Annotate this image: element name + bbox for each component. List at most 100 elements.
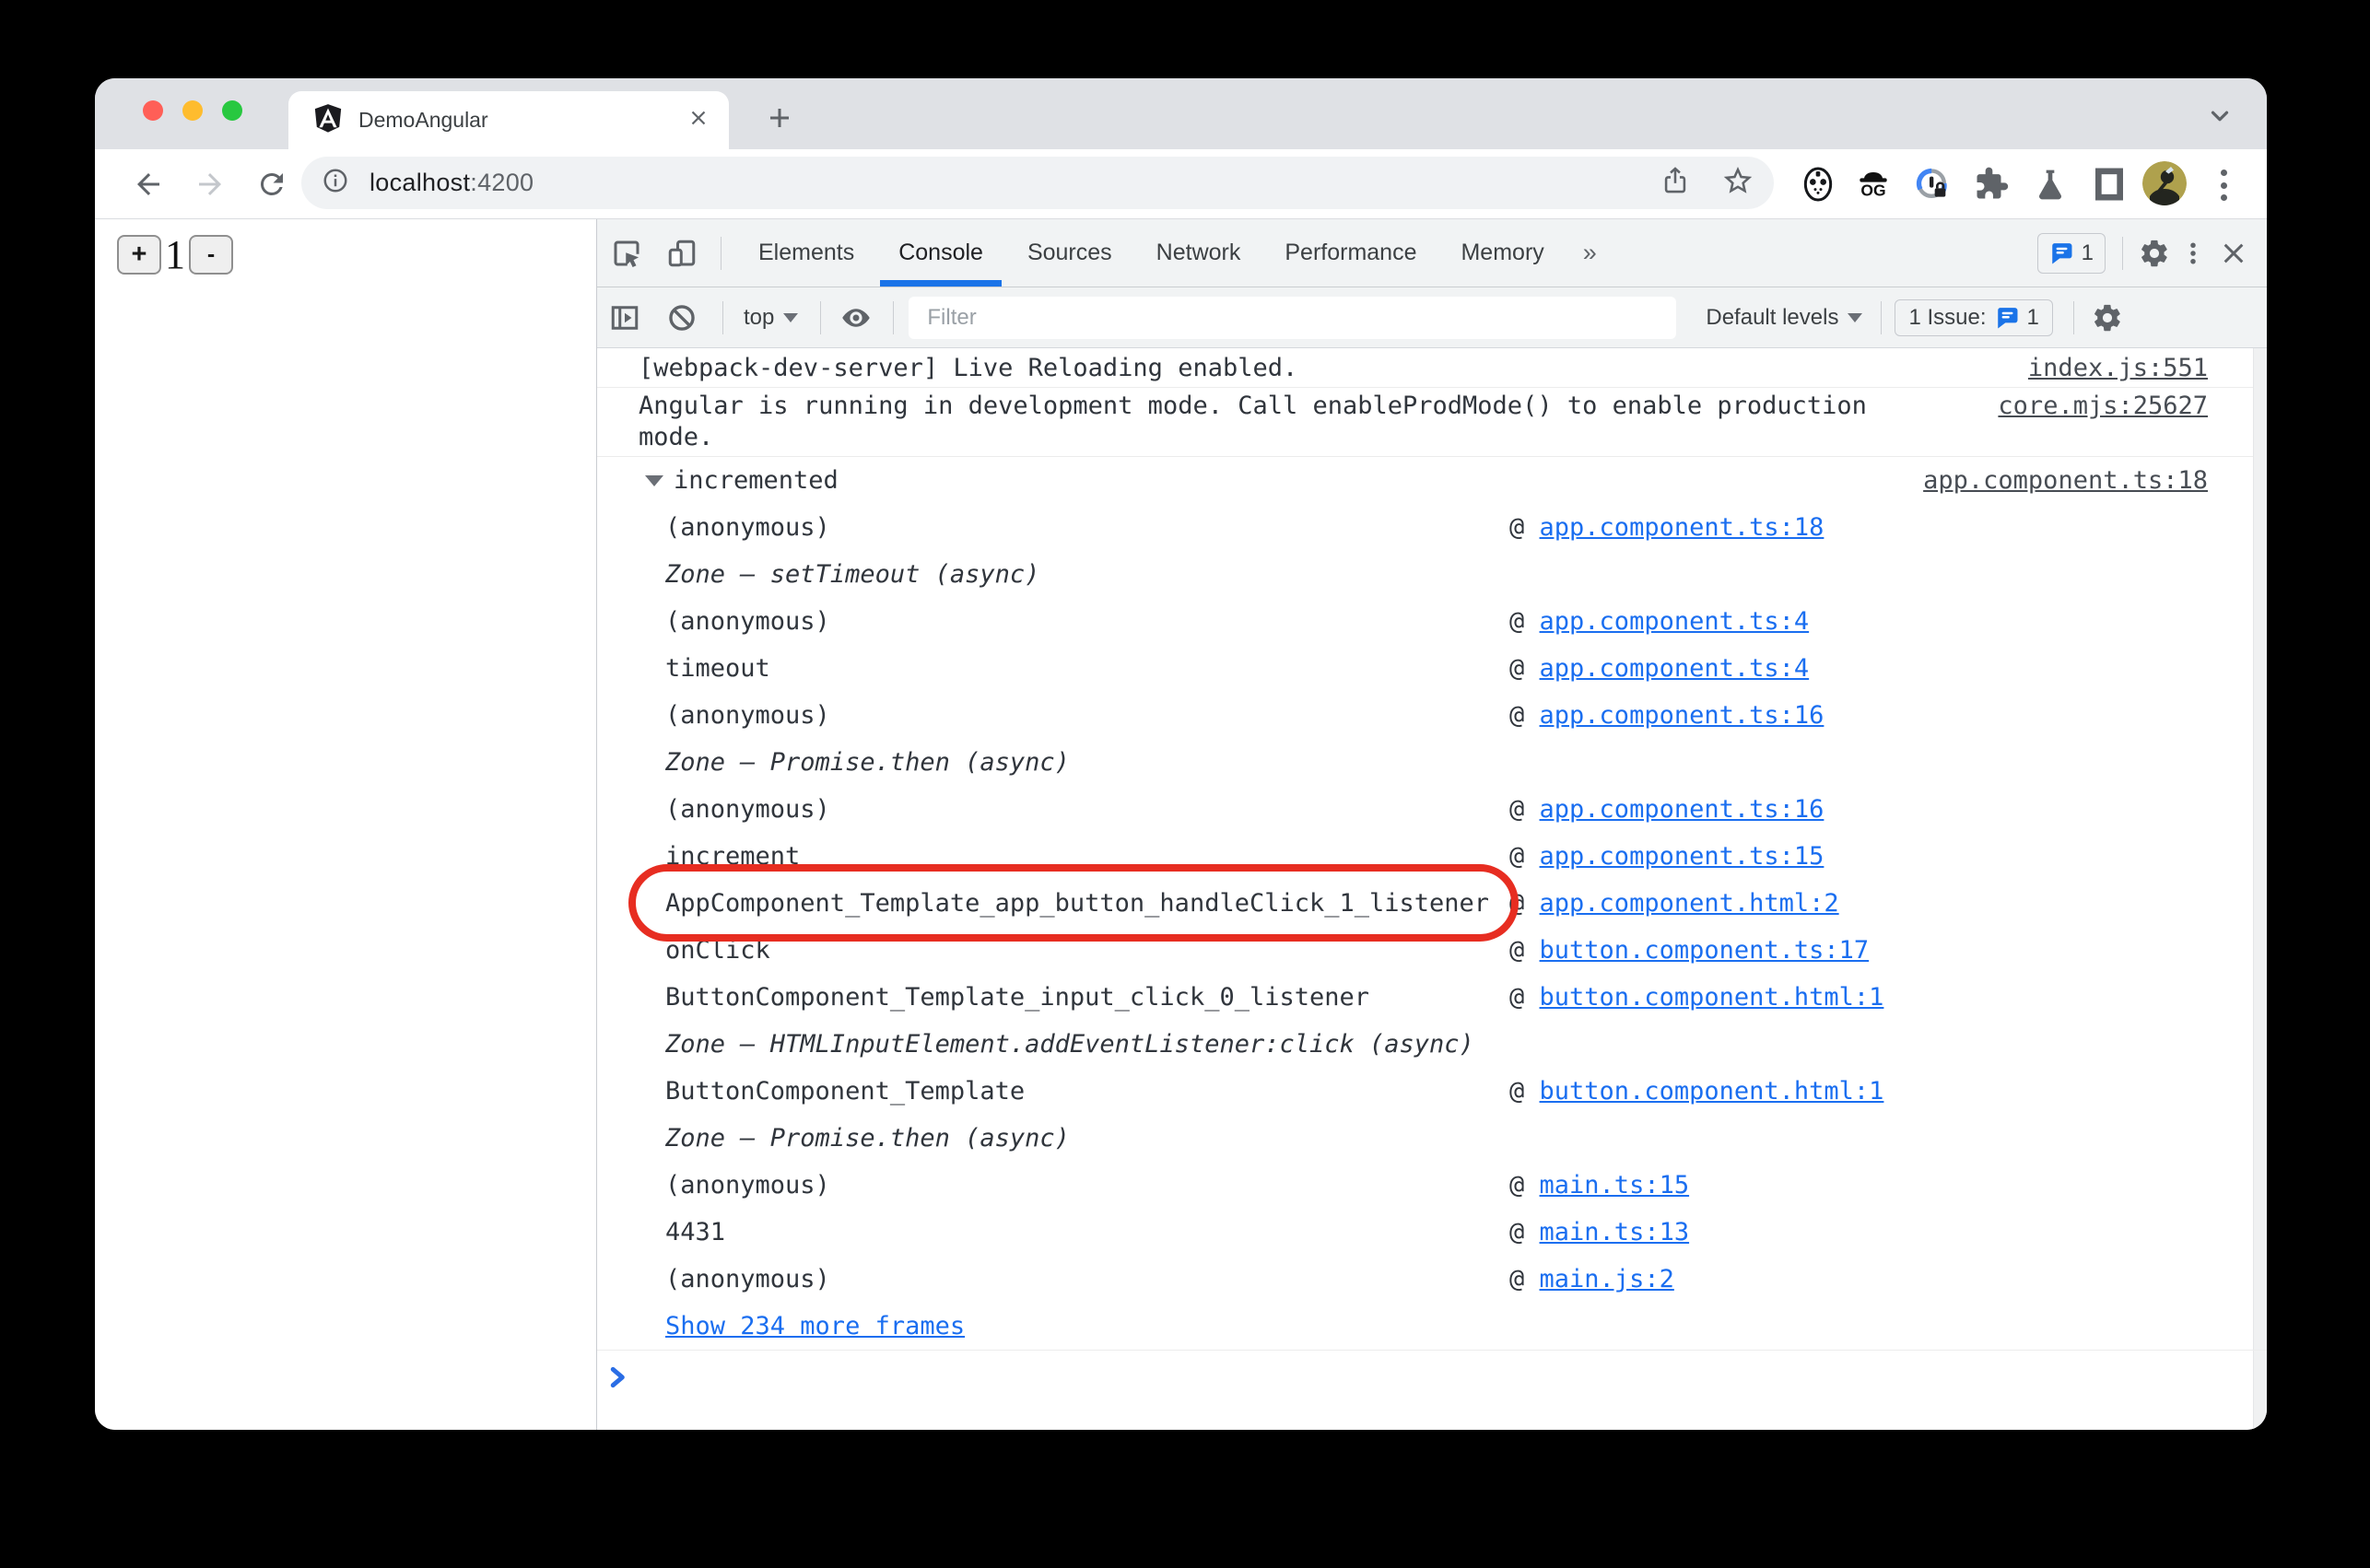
stack-frame-highlighted: AppComponent_Template_app_button_handleC…	[597, 864, 2208, 942]
tab-search-chevron-icon[interactable]	[2206, 102, 2234, 135]
frame-source-link[interactable]: app.component.ts:4	[1540, 654, 1810, 683]
devtools-tab-performance[interactable]: Performance	[1262, 219, 1438, 287]
context-caret-icon	[783, 312, 799, 322]
decrement-button[interactable]: -	[189, 235, 233, 275]
svg-text:OG: OG	[1860, 181, 1885, 200]
url-bar[interactable]: localhost:4200	[301, 157, 1774, 209]
window-controls	[143, 100, 242, 121]
stack-trace: incremented app.component.ts:18 (anonymo…	[597, 457, 2267, 1350]
stack-frame: onClick @ button.component.ts:17	[665, 936, 1870, 965]
log-levels-selector[interactable]: Default levels	[1706, 305, 1838, 331]
page-content: + 1 -	[95, 219, 597, 1430]
clear-console-icon[interactable]	[665, 301, 698, 334]
new-tab-button[interactable]	[753, 91, 806, 145]
prompt-chevron-icon	[610, 1366, 625, 1388]
source-link[interactable]: core.mjs:25627	[1998, 388, 2208, 422]
frame-source-link[interactable]: main.ts:13	[1540, 1218, 1690, 1246]
extension-password-lock-icon[interactable]	[1914, 166, 1951, 203]
devtools-menu-icon[interactable]	[2176, 237, 2210, 270]
window-content: + 1 - Elements Console Sources Network P…	[95, 219, 2267, 1430]
console-prompt[interactable]	[597, 1350, 2267, 1404]
source-link[interactable]: index.js:551	[2028, 350, 2208, 384]
console-log: [webpack-dev-server] Live Reloading enab…	[597, 348, 2267, 1430]
reload-icon[interactable]	[255, 168, 288, 201]
issue-bubble-icon	[2051, 242, 2072, 263]
frame-source-link[interactable]: main.js:2	[1540, 1265, 1674, 1293]
browser-window: DemoAngular localhost:4200 OG + 1 - Elem…	[95, 78, 2267, 1430]
frame-source-link[interactable]: app.component.ts:18	[1540, 513, 1824, 542]
zoom-window-button[interactable]	[222, 100, 242, 121]
stack-frame: increment @ app.component.ts:15	[665, 842, 1824, 871]
more-tabs-icon[interactable]: »	[1566, 239, 1613, 267]
close-window-button[interactable]	[143, 100, 163, 121]
console-scrollbar[interactable]	[2253, 348, 2267, 1430]
issue-bubble-icon	[1997, 307, 2017, 328]
inspect-element-icon[interactable]	[610, 237, 643, 270]
devtools-tab-sources[interactable]: Sources	[1005, 219, 1134, 287]
source-link[interactable]: app.component.ts:18	[1923, 466, 2208, 495]
frame-source-link[interactable]: button.component.ts:17	[1540, 936, 1870, 965]
trace-title: incremented	[674, 466, 839, 495]
stack-frame-async: Zone — Promise.then (async)	[665, 1124, 1070, 1153]
console-sidebar-icon[interactable]	[608, 301, 641, 334]
console-toolbar: top Default levels 1 Issue: 1	[597, 287, 2267, 348]
levels-caret-icon	[1848, 312, 1863, 322]
devtools-tab-console[interactable]: Console	[876, 219, 1005, 287]
increment-button[interactable]: +	[117, 235, 161, 275]
console-settings-gear-icon[interactable]	[2091, 301, 2124, 334]
browser-menu-icon[interactable]	[2218, 170, 2229, 201]
device-toolbar-icon[interactable]	[665, 237, 698, 270]
stack-frame: (anonymous) @ main.js:2	[665, 1265, 1674, 1293]
stack-frame: (anonymous) @ app.component.ts:16	[665, 701, 1824, 730]
devtools-settings-gear-icon[interactable]	[2138, 237, 2171, 270]
bookmark-star-icon[interactable]	[1722, 165, 1754, 201]
back-icon[interactable]	[132, 168, 165, 201]
frame-source-link[interactable]: app.component.ts:16	[1540, 795, 1824, 824]
frame-source-link[interactable]: app.component.ts:4	[1540, 607, 1810, 636]
counter-widget: + 1 -	[117, 231, 596, 278]
devtools-tab-network[interactable]: Network	[1134, 219, 1263, 287]
forward-icon[interactable]	[194, 168, 227, 201]
frame-source-link[interactable]: button.component.html:1	[1540, 983, 1884, 1012]
stack-frame: (anonymous) @ app.component.ts:16	[665, 795, 1824, 824]
frame-source-link[interactable]: app.component.html:2	[1540, 889, 1839, 918]
counter-value: 1	[165, 232, 185, 277]
extensions-puzzle-icon[interactable]	[1973, 166, 2010, 203]
tab-close-icon[interactable]	[686, 106, 710, 135]
site-info-icon[interactable]	[322, 167, 349, 199]
profile-avatar[interactable]	[2142, 161, 2187, 205]
devtools-tab-elements[interactable]: Elements	[736, 219, 876, 287]
show-more-frames-row: Show 234 more frames	[597, 1303, 2208, 1350]
stack-frame-async: Zone — HTMLInputElement.addEventListener…	[665, 1030, 1474, 1059]
console-filter-input[interactable]	[909, 296, 1677, 339]
issues-counter[interactable]: 1 Issue: 1	[1895, 298, 2053, 336]
browser-tab[interactable]: DemoAngular	[288, 91, 729, 149]
frame-source-link[interactable]: app.component.ts:15	[1540, 842, 1824, 871]
tab-title: DemoAngular	[358, 108, 488, 132]
show-more-frames-link[interactable]: Show 234 more frames	[665, 1312, 965, 1340]
extension-incognito-og-icon[interactable]: OG	[1855, 166, 1892, 203]
frame-source-link[interactable]: main.ts:15	[1540, 1171, 1690, 1199]
devtools-close-icon[interactable]	[2217, 237, 2250, 270]
expand-triangle-icon[interactable]	[645, 474, 663, 486]
angular-favicon-icon	[312, 102, 344, 138]
extension-mask-icon[interactable]	[1800, 166, 1836, 203]
live-expression-eye-icon[interactable]	[839, 301, 873, 334]
extension-panel-icon[interactable]	[2091, 166, 2128, 203]
stack-frame: 4431 @ main.ts:13	[665, 1218, 1690, 1246]
stack-frame-async: Zone — Promise.then (async)	[665, 748, 1070, 777]
share-icon[interactable]	[1660, 165, 1691, 201]
minimize-window-button[interactable]	[182, 100, 203, 121]
issues-badge[interactable]: 1	[2036, 232, 2106, 274]
devtools-tabbar: Elements Console Sources Network Perform…	[597, 219, 2267, 287]
url-text: localhost:4200	[370, 169, 534, 196]
frame-source-link[interactable]: button.component.html:1	[1540, 1077, 1884, 1106]
console-message: [webpack-dev-server] Live Reloading enab…	[597, 350, 2267, 388]
context-selector[interactable]: top	[744, 305, 774, 331]
console-message: Angular is running in development mode. …	[597, 388, 2267, 457]
extension-flask-icon[interactable]	[2032, 166, 2069, 203]
devtools-tab-memory[interactable]: Memory	[1438, 219, 1566, 287]
frame-source-link[interactable]: app.component.ts:16	[1540, 701, 1824, 730]
tab-strip: DemoAngular	[95, 78, 2267, 149]
trace-header[interactable]: incremented app.component.ts:18	[597, 457, 2208, 504]
